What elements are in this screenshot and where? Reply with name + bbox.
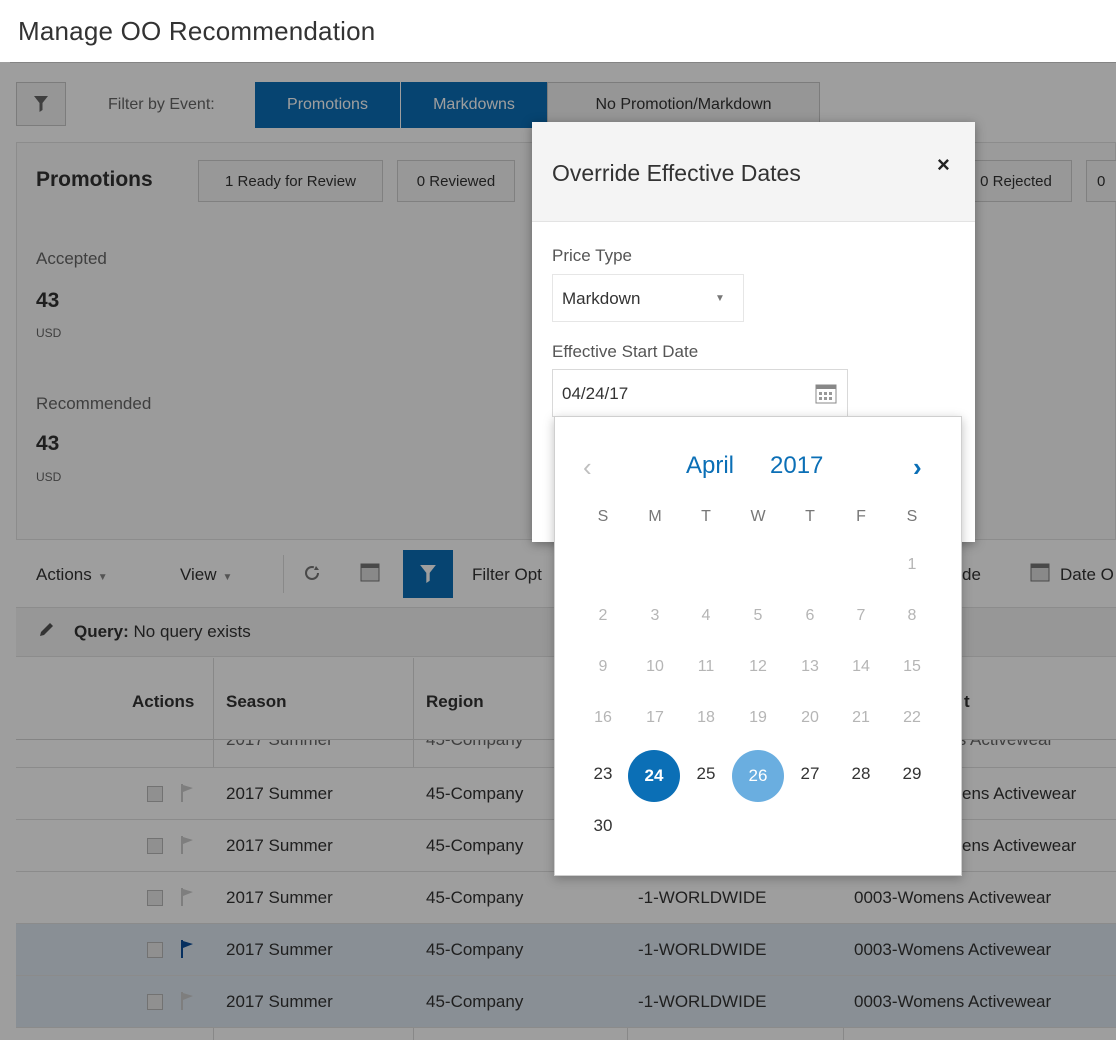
calendar-day: 12 bbox=[749, 658, 767, 675]
calendar-day: 5 bbox=[753, 607, 763, 624]
page-title: Manage OO Recommendation bbox=[18, 16, 376, 46]
calendar-day: 4 bbox=[701, 607, 711, 624]
calendar-day-selected[interactable]: 24 bbox=[628, 750, 680, 802]
calendar-day: 15 bbox=[903, 658, 921, 675]
calendar-day[interactable]: 28 bbox=[843, 764, 879, 784]
calendar-day[interactable]: 23 bbox=[585, 764, 621, 784]
calendar-day[interactable]: 27 bbox=[792, 764, 828, 784]
weekday-header: S bbox=[906, 508, 918, 525]
date-picker-popup bbox=[554, 416, 962, 876]
price-type-value: Markdown bbox=[562, 289, 641, 308]
calendar-month[interactable]: April bbox=[686, 452, 734, 480]
calendar-day: 11 bbox=[697, 658, 715, 675]
weekday-header: T bbox=[701, 508, 711, 525]
calendar-day: 13 bbox=[801, 658, 819, 675]
calendar-day: 14 bbox=[852, 658, 870, 675]
price-type-select[interactable]: Markdown ▼ bbox=[552, 274, 744, 322]
calendar-day: 10 bbox=[646, 658, 664, 675]
caret-down-icon: ▼ bbox=[715, 293, 725, 304]
weekday-header: S bbox=[597, 508, 609, 525]
calendar-day[interactable]: 29 bbox=[894, 764, 930, 784]
start-date-value: 04/24/17 bbox=[562, 384, 629, 403]
chevron-left-icon[interactable]: ‹ bbox=[583, 452, 592, 483]
start-date-input[interactable]: 04/24/17 bbox=[552, 369, 848, 417]
calendar-day[interactable]: 25 bbox=[688, 764, 724, 784]
close-icon[interactable]: × bbox=[937, 152, 950, 178]
calendar-day: 22 bbox=[903, 709, 921, 726]
calendar-day: 3 bbox=[650, 607, 660, 624]
calendar-icon[interactable] bbox=[815, 382, 837, 409]
calendar-day: 1 bbox=[907, 556, 917, 573]
weekday-header: F bbox=[856, 508, 866, 525]
calendar-day: 17 bbox=[646, 709, 664, 726]
page: Manage OO Recommendation Filter by Event… bbox=[0, 0, 1116, 1040]
weekday-header: W bbox=[750, 508, 766, 525]
dialog-title: Override Effective Dates bbox=[552, 160, 801, 186]
calendar-day: 6 bbox=[805, 607, 815, 624]
price-type-label: Price Type bbox=[552, 246, 633, 265]
calendar-day: 9 bbox=[598, 658, 608, 675]
calendar-year[interactable]: 2017 bbox=[770, 452, 823, 480]
start-date-label: Effective Start Date bbox=[552, 342, 699, 361]
calendar-day: 7 bbox=[856, 607, 866, 624]
calendar-day: 8 bbox=[907, 607, 917, 624]
weekday-header: T bbox=[805, 508, 815, 525]
calendar-day: 16 bbox=[594, 709, 612, 726]
calendar-day[interactable]: 30 bbox=[585, 816, 621, 836]
calendar-day-today[interactable]: 26 bbox=[732, 750, 784, 802]
calendar-day: 20 bbox=[801, 709, 819, 726]
calendar-day: 18 bbox=[697, 709, 715, 726]
calendar-day: 19 bbox=[749, 709, 767, 726]
calendar-day: 21 bbox=[852, 709, 870, 726]
calendar-day: 2 bbox=[598, 607, 608, 624]
chevron-right-icon[interactable]: › bbox=[913, 452, 922, 483]
weekday-header: M bbox=[648, 508, 662, 525]
